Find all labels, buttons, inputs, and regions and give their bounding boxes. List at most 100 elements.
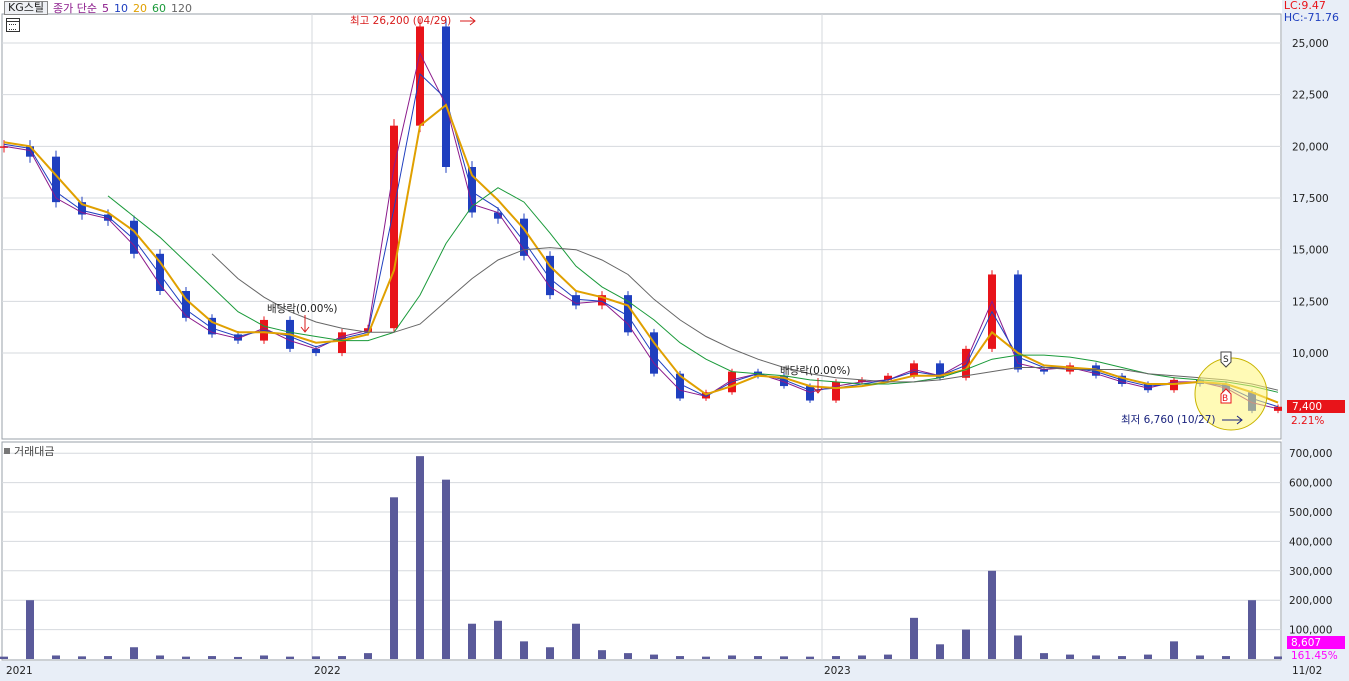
candle-body — [494, 212, 502, 219]
ma-title: 종가 단순 — [52, 2, 97, 15]
symbol-tag[interactable]: KG스틸 — [4, 1, 48, 15]
volume-bar — [676, 656, 684, 659]
volume-bar — [988, 570, 996, 659]
volume-bar — [1118, 656, 1126, 659]
price-tag-value: 7,400 — [1292, 401, 1322, 413]
ma-period-60: 60 — [151, 1, 166, 15]
volume-bar — [1196, 655, 1204, 659]
volume-panel-title: 거래대금 — [14, 445, 55, 458]
stock-chart: 10,000 12,500 15,000 17,500 20,000 22,500 25,0… — [0, 0, 1349, 681]
volume-bar — [260, 655, 268, 659]
volume-tag-value: 8,607 — [1291, 637, 1321, 649]
volume-tick-label: 300,000 — [1289, 566, 1332, 578]
volume-bar — [806, 656, 814, 659]
volume-bar — [858, 655, 866, 659]
low-annotation: 최저 6,760 (10/27) — [1121, 414, 1216, 426]
volume-tick-label: 500,000 — [1289, 507, 1332, 519]
volume-bar — [754, 656, 762, 659]
volume-bar — [338, 656, 346, 659]
volume-bar — [78, 656, 86, 659]
price-change: 2.21% — [1291, 415, 1324, 427]
volume-bar — [910, 617, 918, 659]
volume-tick-label: 600,000 — [1289, 478, 1332, 490]
price-tick-label: 17,500 — [1292, 193, 1329, 205]
candle-body — [312, 348, 320, 353]
volume-bar — [312, 656, 320, 659]
buy-marker-label: B — [1222, 394, 1228, 404]
panel-square-icon — [4, 448, 10, 454]
volume-bar — [104, 656, 112, 659]
volume-bar — [832, 656, 840, 659]
volume-bar — [494, 620, 502, 659]
volume-bar — [416, 456, 424, 659]
volume-bar — [1066, 654, 1074, 659]
volume-bar — [1248, 600, 1256, 659]
price-panel-bg — [1, 13, 1282, 440]
price-tick-label: 15,000 — [1292, 245, 1329, 257]
date-axis-bg — [0, 661, 1349, 681]
volume-bar — [962, 629, 970, 659]
volume-bar — [546, 647, 554, 659]
volume-bar — [572, 623, 580, 659]
volume-bar — [130, 647, 138, 659]
volume-bar — [0, 656, 8, 659]
volume-bar — [650, 654, 658, 659]
date-tick-label: 2021 — [6, 665, 33, 677]
volume-tick-label: 200,000 — [1289, 595, 1332, 607]
price-axis-bg — [1282, 0, 1349, 440]
date-tick-label: 2022 — [314, 665, 341, 677]
ma-period-10: 10 — [113, 1, 128, 15]
price-tick-label: 12,500 — [1292, 296, 1329, 308]
volume-bar — [182, 656, 190, 659]
candle-body — [832, 381, 840, 401]
price-tick-label: 20,000 — [1292, 141, 1329, 153]
volume-bar — [1274, 656, 1282, 659]
hc-value: HC:-71.76 — [1283, 11, 1339, 24]
volume-tick-label: 400,000 — [1289, 536, 1332, 548]
ma-period-5: 5 — [101, 1, 109, 15]
volume-bar — [624, 653, 632, 659]
date-tick-label: 2023 — [824, 665, 851, 677]
dividend-annotation-1: 배당락(0.00%) — [267, 303, 338, 315]
calendar-icon[interactable] — [6, 18, 20, 32]
date-tick-label: 11/02 — [1292, 665, 1322, 677]
price-tick-label: 25,000 — [1292, 38, 1329, 50]
volume-tick-label: 100,000 — [1289, 625, 1332, 637]
volume-bar — [728, 655, 736, 659]
volume-bar — [884, 654, 892, 659]
candle-body — [806, 386, 814, 401]
volume-bar — [1144, 654, 1152, 659]
volume-bar — [780, 656, 788, 659]
ma-period-120: 120 — [170, 1, 192, 15]
dividend-annotation-2: 배당락(0.00%) — [780, 365, 851, 377]
volume-bar — [26, 600, 34, 659]
volume-bar — [702, 656, 710, 659]
volume-bar — [52, 655, 60, 659]
volume-bar — [1170, 641, 1178, 659]
volume-bar — [936, 644, 944, 659]
volume-bar — [1092, 655, 1100, 659]
volume-bar — [1014, 635, 1022, 659]
volume-bar — [468, 623, 476, 659]
ma-period-20: 20 — [132, 1, 147, 15]
high-annotation: 최고 26,200 (04/29) — [350, 15, 451, 27]
volume-bar — [520, 641, 528, 659]
chart-header: KG스틸 종가 단순 5 10 20 60 120 — [4, 1, 192, 15]
volume-bar — [442, 479, 450, 659]
price-tick-label: 22,500 — [1292, 90, 1329, 102]
volume-bar — [390, 497, 398, 659]
sell-marker-label: S — [1223, 355, 1229, 365]
volume-bar — [1040, 653, 1048, 659]
volume-bar — [234, 656, 242, 659]
volume-tick-label: 700,000 — [1289, 448, 1332, 460]
price-tick-label: 10,000 — [1292, 348, 1329, 360]
volume-bar — [286, 656, 294, 659]
volume-change: 161.45% — [1291, 650, 1338, 662]
indicator-readout: LC:9.47 HC:-71.76 — [1284, 0, 1339, 24]
volume-bar — [364, 653, 372, 659]
volume-bar — [208, 656, 216, 659]
volume-panel-header: 거래대금 — [4, 443, 54, 459]
volume-panel-bg — [1, 441, 1282, 661]
volume-bar — [1222, 656, 1230, 659]
volume-bar — [598, 650, 606, 659]
